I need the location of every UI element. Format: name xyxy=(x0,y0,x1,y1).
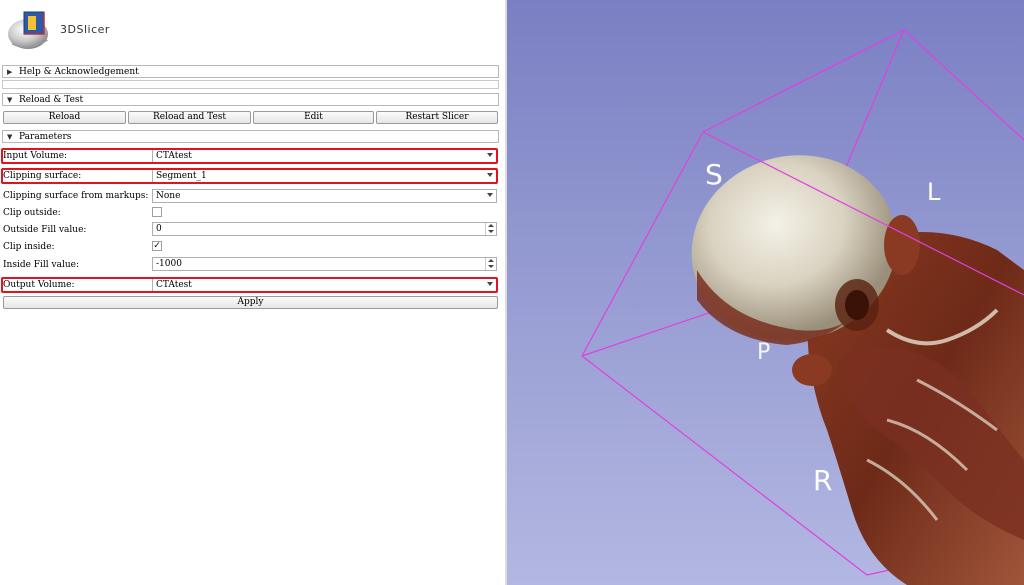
inside-fill-spinbox[interactable]: -1000 xyxy=(152,257,497,271)
orientation-label-s: S xyxy=(705,158,723,191)
expand-arrow-icon: ▶ xyxy=(7,68,13,76)
spin-arrows[interactable] xyxy=(485,258,496,270)
clipping-surface-highlight xyxy=(1,168,498,184)
3d-view[interactable]: S L R P xyxy=(507,0,1024,585)
input-volume-highlight xyxy=(1,148,498,164)
inside-fill-value: -1000 xyxy=(156,259,182,269)
logo-text: 3DSlicer xyxy=(60,23,110,36)
inside-fill-label: Inside Fill value: xyxy=(3,260,80,270)
collapse-arrow-icon: ▼ xyxy=(7,96,13,104)
clip-inside-label: Clip inside: xyxy=(3,242,55,252)
help-section-header[interactable]: ▶ Help & Acknowledgement xyxy=(2,65,499,78)
help-section-label: Help & Acknowledgement xyxy=(19,67,139,77)
outside-fill-value: 0 xyxy=(156,224,162,234)
orientation-label-l: L xyxy=(927,178,941,206)
clip-outside-checkbox[interactable] xyxy=(152,207,162,217)
3d-render xyxy=(581,29,1024,585)
section-divider xyxy=(2,80,499,89)
outside-fill-label: Outside Fill value: xyxy=(3,225,87,235)
edit-button[interactable]: Edit xyxy=(253,111,374,124)
slicer-logo-icon xyxy=(4,4,60,52)
reload-test-section-label: Reload & Test xyxy=(19,95,84,105)
module-panel: 3DSlicer ▶ Help & Acknowledgement ▼ Relo… xyxy=(0,0,505,585)
reload-test-section-header[interactable]: ▼ Reload & Test xyxy=(2,93,499,106)
clip-outside-label: Clip outside: xyxy=(3,208,61,218)
reload-button[interactable]: Reload xyxy=(3,111,126,124)
collapse-arrow-icon: ▼ xyxy=(7,133,13,141)
clip-inside-checkbox[interactable]: ✓ xyxy=(152,241,162,251)
outside-fill-spinbox[interactable]: 0 xyxy=(152,222,497,236)
spin-down-icon[interactable] xyxy=(488,265,494,268)
orientation-label-p: P xyxy=(757,340,771,365)
spin-up-icon[interactable] xyxy=(488,259,494,262)
orientation-label-r: R xyxy=(813,464,833,497)
output-volume-highlight xyxy=(1,277,498,293)
parameters-section-label: Parameters xyxy=(19,132,72,142)
restart-slicer-button[interactable]: Restart Slicer xyxy=(376,111,498,124)
spin-up-icon[interactable] xyxy=(488,224,494,227)
clipping-markups-selector[interactable]: None xyxy=(152,189,497,203)
parameters-section-header[interactable]: ▼ Parameters xyxy=(2,130,499,143)
reload-and-test-button[interactable]: Reload and Test xyxy=(128,111,251,124)
spin-down-icon[interactable] xyxy=(488,230,494,233)
clipping-markups-value: None xyxy=(156,191,181,201)
spin-arrows[interactable] xyxy=(485,223,496,235)
clipping-markups-label: Clipping surface from markups: xyxy=(3,191,149,201)
dropdown-arrow-icon xyxy=(487,193,493,197)
apply-button[interactable]: Apply xyxy=(3,296,498,309)
